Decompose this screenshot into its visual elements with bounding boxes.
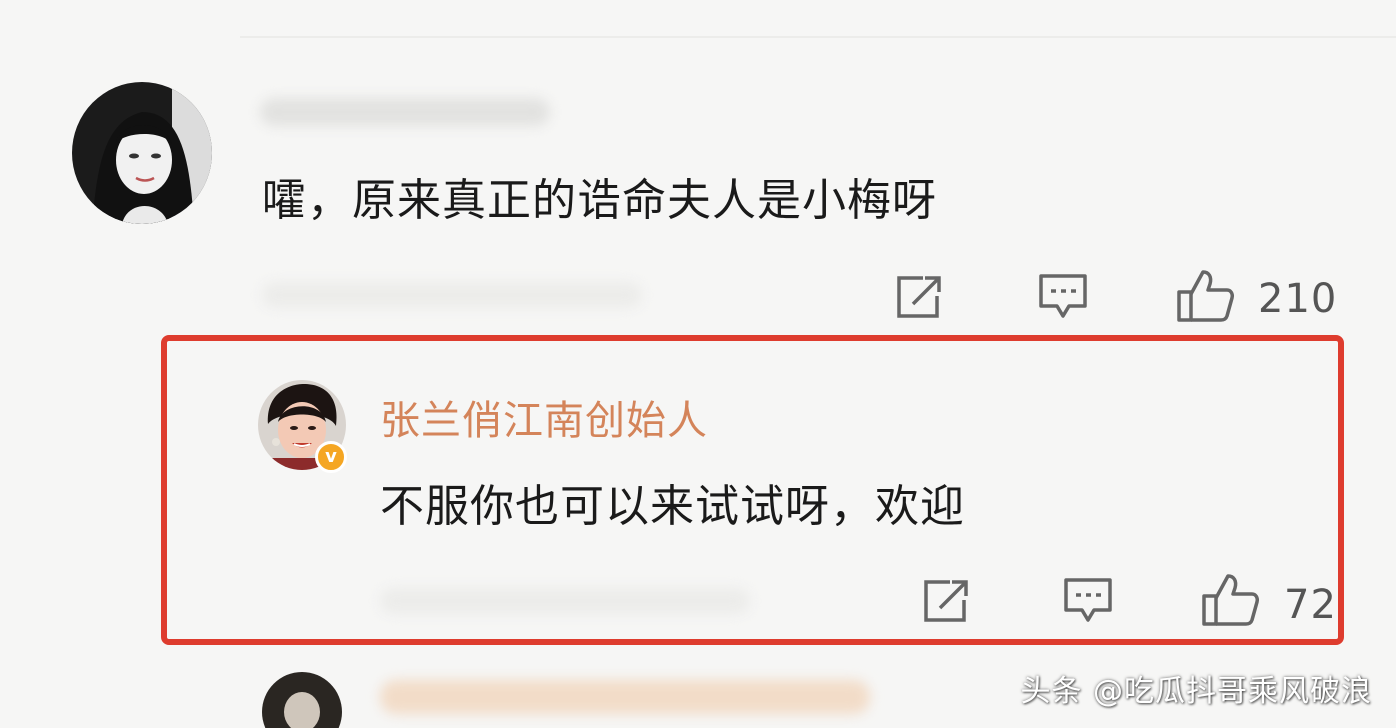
comment-icon[interactable]: [1037, 272, 1089, 322]
share-icon[interactable]: [893, 274, 945, 320]
like-icon[interactable]: [1175, 268, 1235, 324]
share-icon[interactable]: [920, 578, 972, 624]
verified-badge: v: [315, 441, 347, 473]
comment-text: 嚯，原来真正的诰命夫人是小梅呀: [262, 175, 937, 226]
top-divider: [240, 36, 1396, 38]
comment-icon[interactable]: [1062, 576, 1114, 626]
commenter-name-blurred: [260, 98, 550, 126]
reply-username[interactable]: 张兰俏江南创始人: [380, 388, 708, 446]
like-icon[interactable]: [1200, 572, 1260, 628]
like-count: 210: [1258, 276, 1338, 322]
watermark: 头条 @吃瓜抖哥乘风破浪: [1020, 674, 1372, 709]
next-commenter-name-blurred: [380, 680, 870, 714]
comment-thread: 嚯，原来真正的诰命夫人是小梅呀 210 v 张兰俏江南创始人 不服你也可以来试试…: [0, 0, 1396, 728]
like-count: 72: [1284, 582, 1337, 628]
avatar-commenter[interactable]: [72, 82, 212, 224]
comment-meta-blurred: [262, 282, 642, 308]
reply-text: 不服你也可以来试试呀，欢迎: [380, 481, 965, 532]
reply-meta-blurred: [380, 588, 750, 614]
avatar-next-commenter[interactable]: [262, 672, 342, 728]
